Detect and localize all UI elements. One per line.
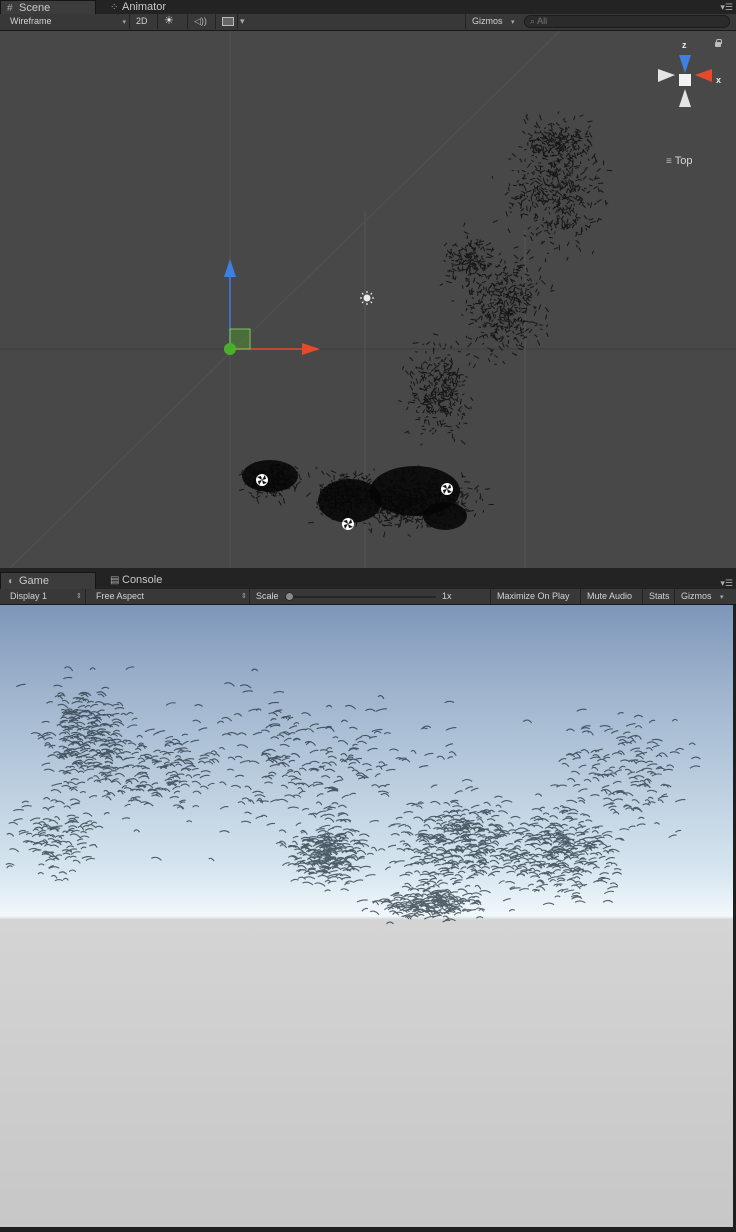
2d-toggle-button[interactable]: 2D <box>129 14 154 29</box>
lock-shackle-icon <box>716 39 722 44</box>
magnifier-icon: ⌕ <box>530 16 536 26</box>
updown-arrow-icon: ⇕ <box>76 593 82 600</box>
aspect-label: Free Aspect <box>96 591 145 601</box>
y-axis-handle-icon[interactable] <box>224 259 236 277</box>
swarm-core <box>423 502 467 530</box>
scene-toolbar: Wireframe 2D ☀ ◁)) ▾ Gizmos ⌕ All <box>0 14 736 31</box>
image-icon <box>222 17 234 27</box>
gizmo-axis-x-label: x <box>716 75 722 85</box>
wind-zone-icon[interactable] <box>342 518 354 530</box>
search-input[interactable]: ⌕ All <box>524 15 730 28</box>
sun-icon: ☀ <box>164 15 174 27</box>
speaker-icon: ◁)) <box>194 16 207 26</box>
scale-slider-handle[interactable] <box>285 592 294 601</box>
scene-viewport[interactable]: z x ≡ Top <box>0 31 736 568</box>
mute-audio-button[interactable]: Mute Audio <box>580 589 638 604</box>
projection-label[interactable]: ≡ Top <box>666 155 692 167</box>
origin-icon <box>224 343 236 355</box>
projection-name: Top <box>674 155 693 167</box>
tab-scene-label: Scene <box>19 2 51 14</box>
light-icon[interactable] <box>360 291 374 305</box>
tab-console-label: Console <box>122 574 163 586</box>
aspect-arrow-icon: ⇕ <box>241 593 247 600</box>
move-gizmo[interactable] <box>224 259 320 355</box>
wind-zone-icon[interactable] <box>256 474 268 486</box>
audio-toggle-button[interactable]: ◁)) <box>187 14 215 29</box>
console-icon: ▤ <box>110 575 120 586</box>
pacman-icon: ◖ <box>7 576 14 587</box>
x-axis-handle-icon[interactable] <box>302 343 320 355</box>
gizmo-axis-z-label: z <box>682 40 687 50</box>
scene-tab-bar: # Scene ⁘ Animator ▾☰ <box>0 0 736 14</box>
display-label: Display 1 <box>10 591 48 601</box>
lighting-toggle-button[interactable]: ☀ <box>157 14 187 29</box>
game-panel-menu-icon[interactable]: ▾☰ <box>720 578 733 588</box>
scale-label: Scale <box>256 591 279 601</box>
swarm-core <box>242 460 298 492</box>
tab-game[interactable]: ◖ Game <box>0 572 96 589</box>
game-toolbar: Display 1 ⇕ Free Aspect ⇕ Scale 1x Maxim… <box>0 589 736 605</box>
scene-gizmos-dropdown[interactable]: Gizmos <box>465 14 521 29</box>
scale-value: 1x <box>442 591 452 601</box>
search-placeholder: All <box>537 16 548 26</box>
particle-swarm <box>238 111 613 538</box>
shading-mode-label: Wireframe <box>10 16 52 26</box>
scene-gizmos-label: Gizmos <box>472 16 503 26</box>
game-gizmos-label: Gizmos <box>681 591 712 601</box>
tab-scene[interactable]: # Scene <box>0 0 96 14</box>
effects-toggle-button[interactable] <box>215 14 237 29</box>
animator-icon: ⁘ <box>110 2 119 13</box>
stats-button[interactable]: Stats <box>642 589 676 604</box>
tab-animator[interactable]: ⁘ Animator <box>104 0 204 14</box>
aspect-dropdown[interactable]: Free Aspect ⇕ <box>86 589 250 604</box>
shading-mode-dropdown[interactable]: Wireframe <box>4 14 128 29</box>
neg-x-axis-cone-icon[interactable] <box>658 69 675 82</box>
display-dropdown[interactable]: Display 1 ⇕ <box>0 589 86 604</box>
z-axis-cone-icon[interactable] <box>679 55 691 73</box>
game-tab-bar: ◖ Game ▤ Console ▾☰ <box>0 571 736 589</box>
wind-zone-icon[interactable] <box>441 483 453 495</box>
tab-animator-label: Animator <box>122 1 167 13</box>
game-gizmos-dropdown[interactable]: Gizmos <box>674 589 730 604</box>
tab-game-label: Game <box>19 575 49 587</box>
bird-strokes <box>5 666 701 925</box>
x-axis-cone-icon[interactable] <box>695 69 712 82</box>
scale-slider-track[interactable] <box>290 596 436 598</box>
bird-flock <box>5 666 701 925</box>
hamburger-icon: ≡ <box>666 156 672 167</box>
neg-z-axis-cone-icon[interactable] <box>679 89 691 107</box>
orientation-gizmo[interactable] <box>658 55 712 107</box>
scene-panel-menu-icon[interactable]: ▾☰ <box>720 2 733 12</box>
game-viewport[interactable] <box>0 605 733 1227</box>
tab-console[interactable]: ▤ Console <box>104 572 204 589</box>
effects-dropdown[interactable]: ▾ <box>237 14 249 29</box>
maximize-on-play-button[interactable]: Maximize On Play <box>490 589 576 604</box>
projection-cube-icon[interactable] <box>679 74 691 86</box>
